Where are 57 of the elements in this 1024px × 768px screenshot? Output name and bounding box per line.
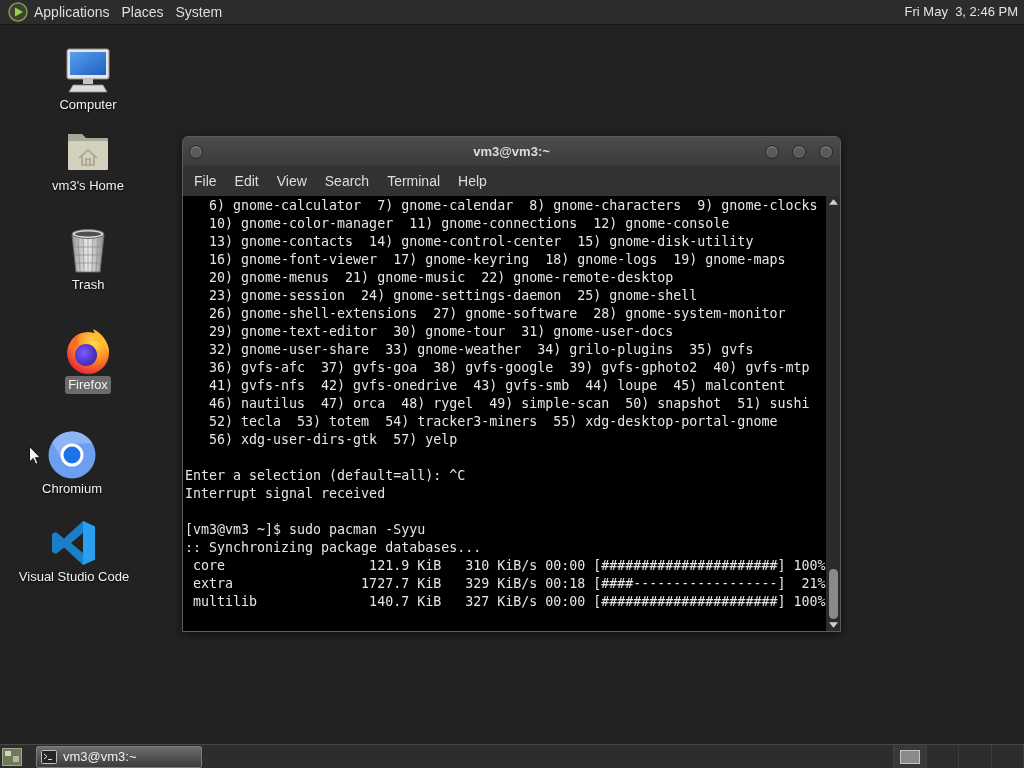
terminal-line: Interrupt signal received [185, 485, 386, 503]
menu-item[interactable]: Help [452, 169, 493, 193]
monitor-icon[interactable] [64, 47, 112, 95]
terminal-line: core 121.9 KiB 310 KiB/s 00:00 [######################] 100% [192, 557, 826, 575]
terminal-icon [41, 749, 57, 764]
terminal-line: 52) tecla 53) totem 54) tracker3-miners 55) xdg-desktop-portal-gnome [208, 413, 778, 431]
terminal-line: extra 1727.7 KiB 329 KiB/s 00:18 [####------------------] 21% [192, 575, 826, 593]
window-button[interactable] [819, 144, 833, 159]
menu-item[interactable]: Edit [228, 169, 265, 193]
ring-logo-icon[interactable] [48, 431, 96, 479]
app-menu-logo-icon[interactable] [8, 2, 28, 22]
panel-menu[interactable]: Applications [28, 0, 116, 24]
scroll-down-arrow-icon[interactable] [828, 622, 838, 628]
icon-label[interactable]: Chromium [39, 480, 105, 498]
icon-label[interactable]: Computer [56, 96, 120, 114]
terminal-line: 46) nautilus 47) orca 48) rygel 49) simple-scan 50) snapshot 51) sushi [208, 395, 810, 413]
terminal-line: 10) gnome-color-manager 11) gnome-connections 12) gnome-console [208, 215, 730, 233]
clock[interactable]: Fri May 3, 2:46 PM [904, 0, 1024, 24]
scroll-up-arrow-icon[interactable] [828, 199, 838, 205]
terminal-line: :: Synchronizing package databases... [185, 539, 482, 557]
icon-label[interactable]: Visual Studio Code [15, 568, 133, 586]
terminal-line: 16) gnome-font-viewer 17) gnome-keyring 18) gnome-logs 19) gnome-maps [208, 251, 786, 269]
fox-logo-icon[interactable] [64, 327, 112, 375]
terminal-line: 23) gnome-session 24) gnome-settings-daemon 25) gnome-shell [208, 287, 698, 305]
scrollbar[interactable] [826, 196, 840, 631]
menu-item[interactable]: Terminal [381, 169, 447, 193]
ribbon-logo-icon[interactable] [50, 519, 98, 567]
window-thumbnail [899, 749, 920, 764]
terminal-line: 32) gnome-user-share 33) gnome-weather 34) grilo-plugins 35) gvfs [208, 341, 754, 359]
panel-menu[interactable]: System [169, 0, 229, 24]
terminal-line: 20) gnome-menus 21) gnome-music 22) gnome-remote-desktop [208, 269, 674, 287]
taskbar-button[interactable]: vm3@vm3:~ [36, 745, 202, 768]
terminal-line: 36) gvfs-afc 37) gvfs-goa 38) gvfs-google 39) gvfs-gphoto2 40) gvfs-mtp [208, 359, 810, 377]
show-desktop-icon[interactable] [2, 747, 22, 766]
terminal-line: multilib 140.7 KiB 327 KiB/s 00:00 [######################] 100% [192, 593, 826, 611]
menu-item[interactable]: File [188, 169, 223, 193]
icon-label[interactable]: Trash [68, 276, 108, 294]
icon-label[interactable]: vm3's Home [49, 177, 127, 195]
menu-item[interactable]: View [270, 169, 313, 193]
panel-menu[interactable]: Places [115, 0, 170, 24]
window-button[interactable] [765, 144, 779, 159]
menu-item[interactable]: Search [318, 169, 376, 193]
workspace-cell[interactable] [894, 745, 927, 768]
terminal-line: 6) gnome-calculator 7) gnome-calendar 8) gnome-characters 9) gnome-clocks [208, 197, 818, 215]
terminal-line: Enter a selection (default=all): ^C [185, 467, 466, 485]
terminal-line: 26) gnome-shell-extensions 27) gnome-software 28) gnome-system-monitor [208, 305, 786, 323]
terminal-line: [vm3@vm3 ~]$ sudo pacman -Syyu [185, 521, 426, 539]
terminal-line: 41) gvfs-nfs 42) gvfs-onedrive 43) gvfs-smb 44) loupe 45) malcontent [208, 377, 786, 395]
window-button[interactable] [792, 144, 806, 159]
icon-label[interactable]: Firefox [65, 376, 111, 394]
terminal-line: 13) gnome-contacts 14) gnome-control-center 15) gnome-disk-utility [208, 233, 754, 251]
scrollbar-thumb[interactable] [828, 569, 838, 619]
window-title: vm3@vm3:~ [473, 142, 550, 161]
mouse-pointer-icon [29, 446, 41, 465]
window-button[interactable] [189, 144, 203, 159]
terminal-line: 56) xdg-user-dirs-gtk 57) yelp [208, 431, 458, 449]
terminal-line: 29) gnome-text-editor 30) gnome-tour 31) gnome-user-docs [208, 323, 674, 341]
